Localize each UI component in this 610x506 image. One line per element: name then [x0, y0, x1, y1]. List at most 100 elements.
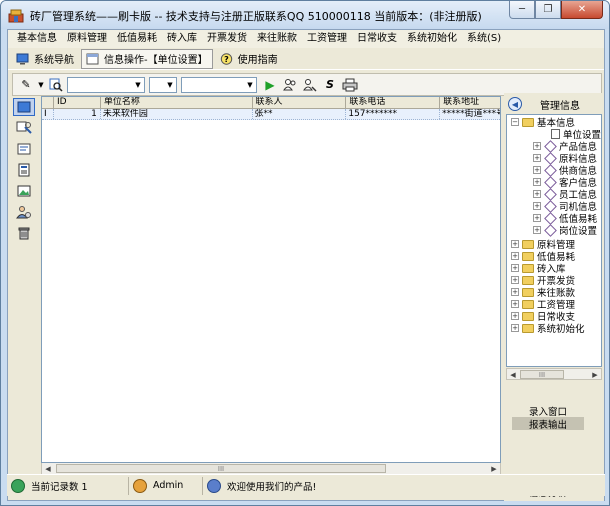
user-gear-icon — [16, 206, 31, 219]
expand-icon[interactable]: + — [511, 252, 519, 260]
image-button[interactable] — [13, 182, 35, 200]
menu-payroll[interactable]: 工资管理 — [302, 30, 352, 48]
scroll-thumb[interactable]: III — [520, 370, 564, 379]
value-select[interactable]: ▼ — [181, 76, 257, 93]
window-icon — [17, 101, 31, 113]
sort-icon[interactable]: S — [321, 77, 339, 93]
close-icon: ✕ — [577, 4, 587, 15]
cell-unit-name[interactable]: 未来软件园 — [101, 109, 253, 119]
menu-bar: 基本信息 原料管理 低值易耗 砖入库 开票发货 来往账款 工资管理 日常收支 系… — [8, 30, 604, 48]
play-icon[interactable]: ▶ — [261, 77, 279, 93]
menu-accounts[interactable]: 来往账款 — [252, 30, 302, 48]
menu-system[interactable]: 系统(S) — [462, 30, 506, 48]
monitor-icon — [16, 53, 29, 64]
item-icon — [544, 163, 557, 177]
view-grid-button[interactable] — [13, 98, 35, 116]
cell-phone[interactable]: 157******* — [346, 109, 441, 119]
expand-icon[interactable]: + — [533, 178, 541, 186]
user-settings-button[interactable] — [13, 203, 35, 221]
status-user: Admin — [129, 476, 203, 495]
minimize-button[interactable]: ─ — [509, 1, 535, 19]
scroll-left-icon[interactable]: ◀ — [42, 463, 54, 474]
expand-icon[interactable]: + — [511, 240, 519, 248]
record-tool-button[interactable] — [13, 119, 35, 137]
menu-invoice-delivery[interactable]: 开票发货 — [202, 30, 252, 48]
report-output-button[interactable]: 报表输出 — [512, 417, 584, 431]
column-header-contact[interactable]: 联系人 — [253, 97, 347, 108]
operator-select[interactable]: ▼ — [149, 76, 177, 93]
search-icon[interactable] — [47, 77, 65, 93]
tools-icon — [16, 121, 32, 134]
menu-basic-info[interactable]: 基本信息 — [12, 30, 62, 48]
tab-info-operation[interactable]: 信息操作-【单位设置】 — [81, 48, 213, 69]
menu-consumables[interactable]: 低值易耗 — [112, 30, 162, 48]
help-icon: ? — [220, 52, 232, 65]
expand-icon[interactable]: + — [533, 226, 541, 234]
cell-id[interactable]: 1 — [54, 109, 101, 119]
expand-icon[interactable]: + — [533, 214, 541, 222]
tree-node[interactable]: + 系统初始化 — [511, 322, 585, 335]
expand-icon[interactable]: + — [533, 142, 541, 150]
tab-info-operation-label: 信息操作-【单位设置】 — [104, 55, 208, 66]
document-button[interactable] — [13, 161, 35, 179]
title-bar[interactable]: 砖厂管理系统——刷卡版 -- 技术支持与注册正版联系QQ 510000118 当… — [1, 1, 609, 29]
collapse-icon[interactable]: − — [511, 118, 519, 126]
minimize-icon: ─ — [518, 4, 526, 15]
input-window-button[interactable]: 录入窗口 — [512, 404, 584, 418]
scroll-left-icon[interactable]: ◀ — [507, 369, 519, 380]
scroll-right-icon[interactable]: ▶ — [589, 369, 601, 380]
right-panel-title: 管理信息 — [540, 100, 580, 112]
item-icon — [544, 199, 557, 213]
expand-icon[interactable]: + — [511, 312, 519, 320]
pencil-icon[interactable]: ✎ — [17, 77, 35, 93]
chevron-down-icon: ▼ — [247, 80, 253, 89]
column-header-phone[interactable]: 联系电话 — [346, 97, 441, 108]
field-select[interactable]: ▼ — [67, 76, 145, 93]
delete-button[interactable] — [13, 224, 35, 242]
navigation-tree[interactable]: − 基本信息 单位设置 + 产品信息 + 原料信息 + 供商信息 + 客户信息 + 员工信息… — [506, 114, 602, 367]
tab-system-nav[interactable]: 系统导航 — [12, 49, 78, 69]
user-search-icon[interactable] — [301, 77, 319, 93]
expand-icon[interactable]: + — [511, 288, 519, 296]
menu-material[interactable]: 原料管理 — [62, 30, 112, 48]
menu-system-init[interactable]: 系统初始化 — [402, 30, 462, 48]
card-view-button[interactable] — [13, 140, 35, 158]
column-header-unit-name[interactable]: 单位名称 — [101, 97, 253, 108]
scroll-right-icon[interactable]: ▶ — [488, 463, 500, 474]
data-grid[interactable]: ID 单位名称 联系人 联系电话 联系地址 I 1 未来软件园 张** 157*… — [41, 96, 501, 463]
item-icon — [544, 187, 557, 201]
expand-icon[interactable]: + — [533, 154, 541, 162]
scroll-thumb[interactable]: III — [56, 464, 386, 473]
column-header-id[interactable]: ID — [54, 97, 101, 108]
expand-icon[interactable]: + — [511, 264, 519, 272]
close-button[interactable]: ✕ — [561, 1, 603, 19]
folder-icon — [522, 299, 534, 309]
document-icon — [551, 129, 560, 139]
folder-icon — [522, 311, 534, 321]
expand-icon[interactable]: + — [533, 202, 541, 210]
tree-node[interactable]: + 岗位设置 — [533, 223, 597, 237]
expand-icon[interactable]: + — [511, 276, 519, 284]
dropdown-arrow-icon[interactable]: ▼ — [37, 77, 45, 93]
expand-icon[interactable]: + — [511, 300, 519, 308]
item-icon — [544, 223, 557, 237]
cell-contact[interactable]: 张** — [253, 109, 347, 119]
menu-daily-finance[interactable]: 日常收支 — [352, 30, 402, 48]
expand-icon[interactable]: + — [511, 324, 519, 332]
tree-horizontal-scrollbar[interactable]: ◀ III ▶ — [506, 368, 602, 380]
printer-icon[interactable] — [341, 77, 359, 93]
cell-address[interactable]: *****街道***号 — [440, 109, 500, 119]
status-record-count: 当前记录数 1 — [7, 476, 129, 495]
menu-brick-stock-in[interactable]: 砖入库 — [162, 30, 202, 48]
table-row[interactable]: I 1 未来软件园 张** 157******* *****街道***号 — [42, 109, 500, 120]
tab-user-guide[interactable]: ? 使用指南 — [216, 49, 282, 69]
expand-icon[interactable]: + — [533, 190, 541, 198]
restore-button[interactable]: ❐ — [535, 1, 561, 19]
users-icon[interactable] — [281, 77, 299, 93]
tab-user-guide-label: 使用指南 — [237, 55, 278, 66]
back-icon[interactable]: ◀ — [508, 97, 522, 111]
column-header-address[interactable]: 联系地址 — [440, 97, 500, 108]
app-logo-icon — [8, 9, 24, 23]
item-icon — [544, 175, 557, 189]
expand-icon[interactable]: + — [533, 166, 541, 174]
